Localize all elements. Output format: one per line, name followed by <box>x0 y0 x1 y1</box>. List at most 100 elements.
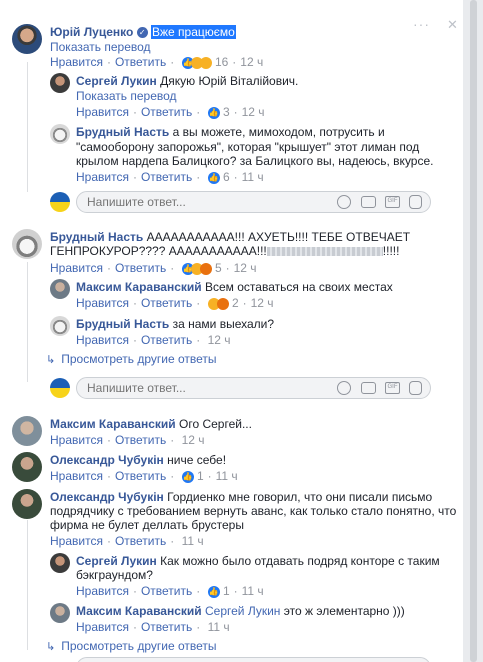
reply-link[interactable]: Ответить <box>141 333 192 347</box>
avatar[interactable] <box>50 73 70 93</box>
gif-icon[interactable]: GIF <box>385 196 400 208</box>
reply-link[interactable]: Ответить <box>115 261 166 275</box>
like-link[interactable]: Нравится <box>50 261 103 275</box>
reaction-count[interactable]: 1 <box>197 469 204 483</box>
translate-link[interactable]: Показать перевод <box>50 40 151 54</box>
avatar[interactable] <box>50 316 70 336</box>
reply-author[interactable]: Максим Караванский <box>76 604 202 618</box>
like-reaction-icon: 👍 <box>207 106 220 119</box>
reaction-count[interactable]: 6 <box>223 170 230 184</box>
like-link[interactable]: Нравится <box>76 170 129 184</box>
camera-icon[interactable] <box>361 196 376 208</box>
reply-text: Как можно было отдавать подряд конторе с… <box>160 554 440 568</box>
like-link[interactable]: Нравится <box>76 584 129 598</box>
reply-text: Дякую Юрій Віталійович. <box>160 74 299 88</box>
avatar[interactable] <box>12 229 42 259</box>
like-link[interactable]: Нравится <box>76 105 129 119</box>
like-link[interactable]: Нравится <box>76 333 129 347</box>
reply-link[interactable]: Ответить <box>115 433 166 447</box>
emoji-icon[interactable] <box>337 381 351 395</box>
timestamp[interactable]: 11 ч <box>242 584 264 598</box>
reaction-count[interactable]: 5 <box>215 261 222 275</box>
reply-link[interactable]: Ответить <box>141 105 192 119</box>
reply-input-box[interactable]: GIF <box>76 377 431 399</box>
reply-link[interactable]: Ответить <box>141 584 192 598</box>
reaction-count[interactable]: 2 <box>232 296 239 310</box>
timestamp[interactable]: 12 ч <box>251 296 274 310</box>
reply-link[interactable]: Ответить <box>141 296 192 310</box>
reply-input-box[interactable] <box>76 657 431 662</box>
camera-icon[interactable] <box>361 382 376 394</box>
view-more-replies-link[interactable]: Просмотреть другие ответы <box>61 639 216 653</box>
reply-link[interactable]: Ответить <box>141 170 192 184</box>
timestamp[interactable]: 11 ч <box>208 620 230 634</box>
avatar[interactable] <box>12 452 42 482</box>
reply-link[interactable]: Ответить <box>115 55 166 69</box>
reply-author[interactable]: Сергей Лукин <box>76 554 157 568</box>
like-link[interactable]: Нравится <box>50 433 103 447</box>
avatar[interactable] <box>50 603 70 623</box>
like-reaction-icon: 👍 <box>207 585 220 598</box>
comment-text: Вже працюємо <box>151 25 236 39</box>
mention-link[interactable]: Сергей Лукин <box>205 604 280 618</box>
timestamp[interactable]: 11 ч <box>242 170 264 184</box>
comment-text: подрядчику с требованием вернуть аванс, … <box>50 504 457 518</box>
like-link[interactable]: Нравится <box>50 469 103 483</box>
reply-input-box[interactable]: GIF <box>76 191 431 213</box>
reply-author[interactable]: Брудный Насть <box>76 317 169 331</box>
timestamp[interactable]: 12 ч <box>208 333 231 347</box>
reply-arrow-icon: ↳ <box>46 354 56 366</box>
view-more-replies-link[interactable]: Просмотреть другие ответы <box>61 352 216 366</box>
close-icon[interactable]: ✕ <box>447 17 458 33</box>
scrollbar[interactable] <box>470 0 477 662</box>
reaction-count[interactable]: 3 <box>223 105 230 119</box>
comment-author[interactable]: Юрій Луценко <box>50 25 133 39</box>
reply-text: а вы можете, мимоходом, потрусить и <box>172 125 385 139</box>
reply-author[interactable]: Максим Караванский <box>76 280 202 294</box>
avatar[interactable] <box>50 279 70 299</box>
like-link[interactable]: Нравится <box>76 620 129 634</box>
like-link[interactable]: Нравится <box>50 55 103 69</box>
timestamp[interactable]: 11 ч <box>216 469 238 483</box>
comment-author[interactable]: Брудный Насть <box>50 230 143 244</box>
reply-author[interactable]: Брудный Насть <box>76 125 169 139</box>
comment-author[interactable]: Олександр Чубукін <box>50 490 164 504</box>
comment-author[interactable]: Олександр Чубукін <box>50 453 164 467</box>
avatar[interactable] <box>12 416 42 446</box>
wow-reaction-icon <box>199 56 212 69</box>
timestamp[interactable]: 12 ч <box>234 261 257 275</box>
translate-link[interactable]: Показать перевод <box>76 89 177 103</box>
reply-author[interactable]: Сергей Лукин <box>76 74 157 88</box>
reaction-count[interactable]: 16 <box>215 55 228 69</box>
comment-text: ниче себе! <box>167 453 227 467</box>
gif-icon[interactable]: GIF <box>385 382 400 394</box>
timestamp[interactable]: 11 ч <box>182 534 204 548</box>
reply-link[interactable]: Ответить <box>115 469 166 483</box>
reply-text: крылом нардепа Балицкого? за Балицкого в… <box>76 154 434 168</box>
reply-input[interactable] <box>87 381 307 395</box>
timestamp[interactable]: 12 ч <box>242 105 265 119</box>
avatar[interactable] <box>12 489 42 519</box>
like-reaction-icon: 👍 <box>181 470 194 483</box>
comment-text: ГЕНПРОКУРОР???? ААААААААААА!!! <box>50 244 267 258</box>
avatar[interactable] <box>50 124 70 144</box>
reaction-count[interactable]: 1 <box>223 584 230 598</box>
emoji-icon[interactable] <box>337 195 351 209</box>
like-link[interactable]: Нравится <box>50 534 103 548</box>
comments-panel: Юрій Луценко ✓ Вже працюємо ··· ✕ Показа… <box>0 0 463 662</box>
options-icon[interactable]: ··· <box>413 16 430 32</box>
reply-link[interactable]: Ответить <box>141 620 192 634</box>
timestamp[interactable]: 12 ч <box>182 433 205 447</box>
comment-author[interactable]: Максим Караванский <box>50 417 176 431</box>
timestamp[interactable]: 12 ч <box>240 55 263 69</box>
sticker-icon[interactable] <box>409 195 422 209</box>
avatar <box>50 378 70 398</box>
reply-link[interactable]: Ответить <box>115 534 166 548</box>
reply-text: это ж элементарно ))) <box>283 604 405 618</box>
sticker-icon[interactable] <box>409 381 422 395</box>
avatar[interactable] <box>12 24 42 54</box>
reply-input[interactable] <box>87 195 307 209</box>
like-link[interactable]: Нравится <box>76 296 129 310</box>
avatar[interactable] <box>50 553 70 573</box>
reply-text: бэкграундом? <box>76 568 153 582</box>
